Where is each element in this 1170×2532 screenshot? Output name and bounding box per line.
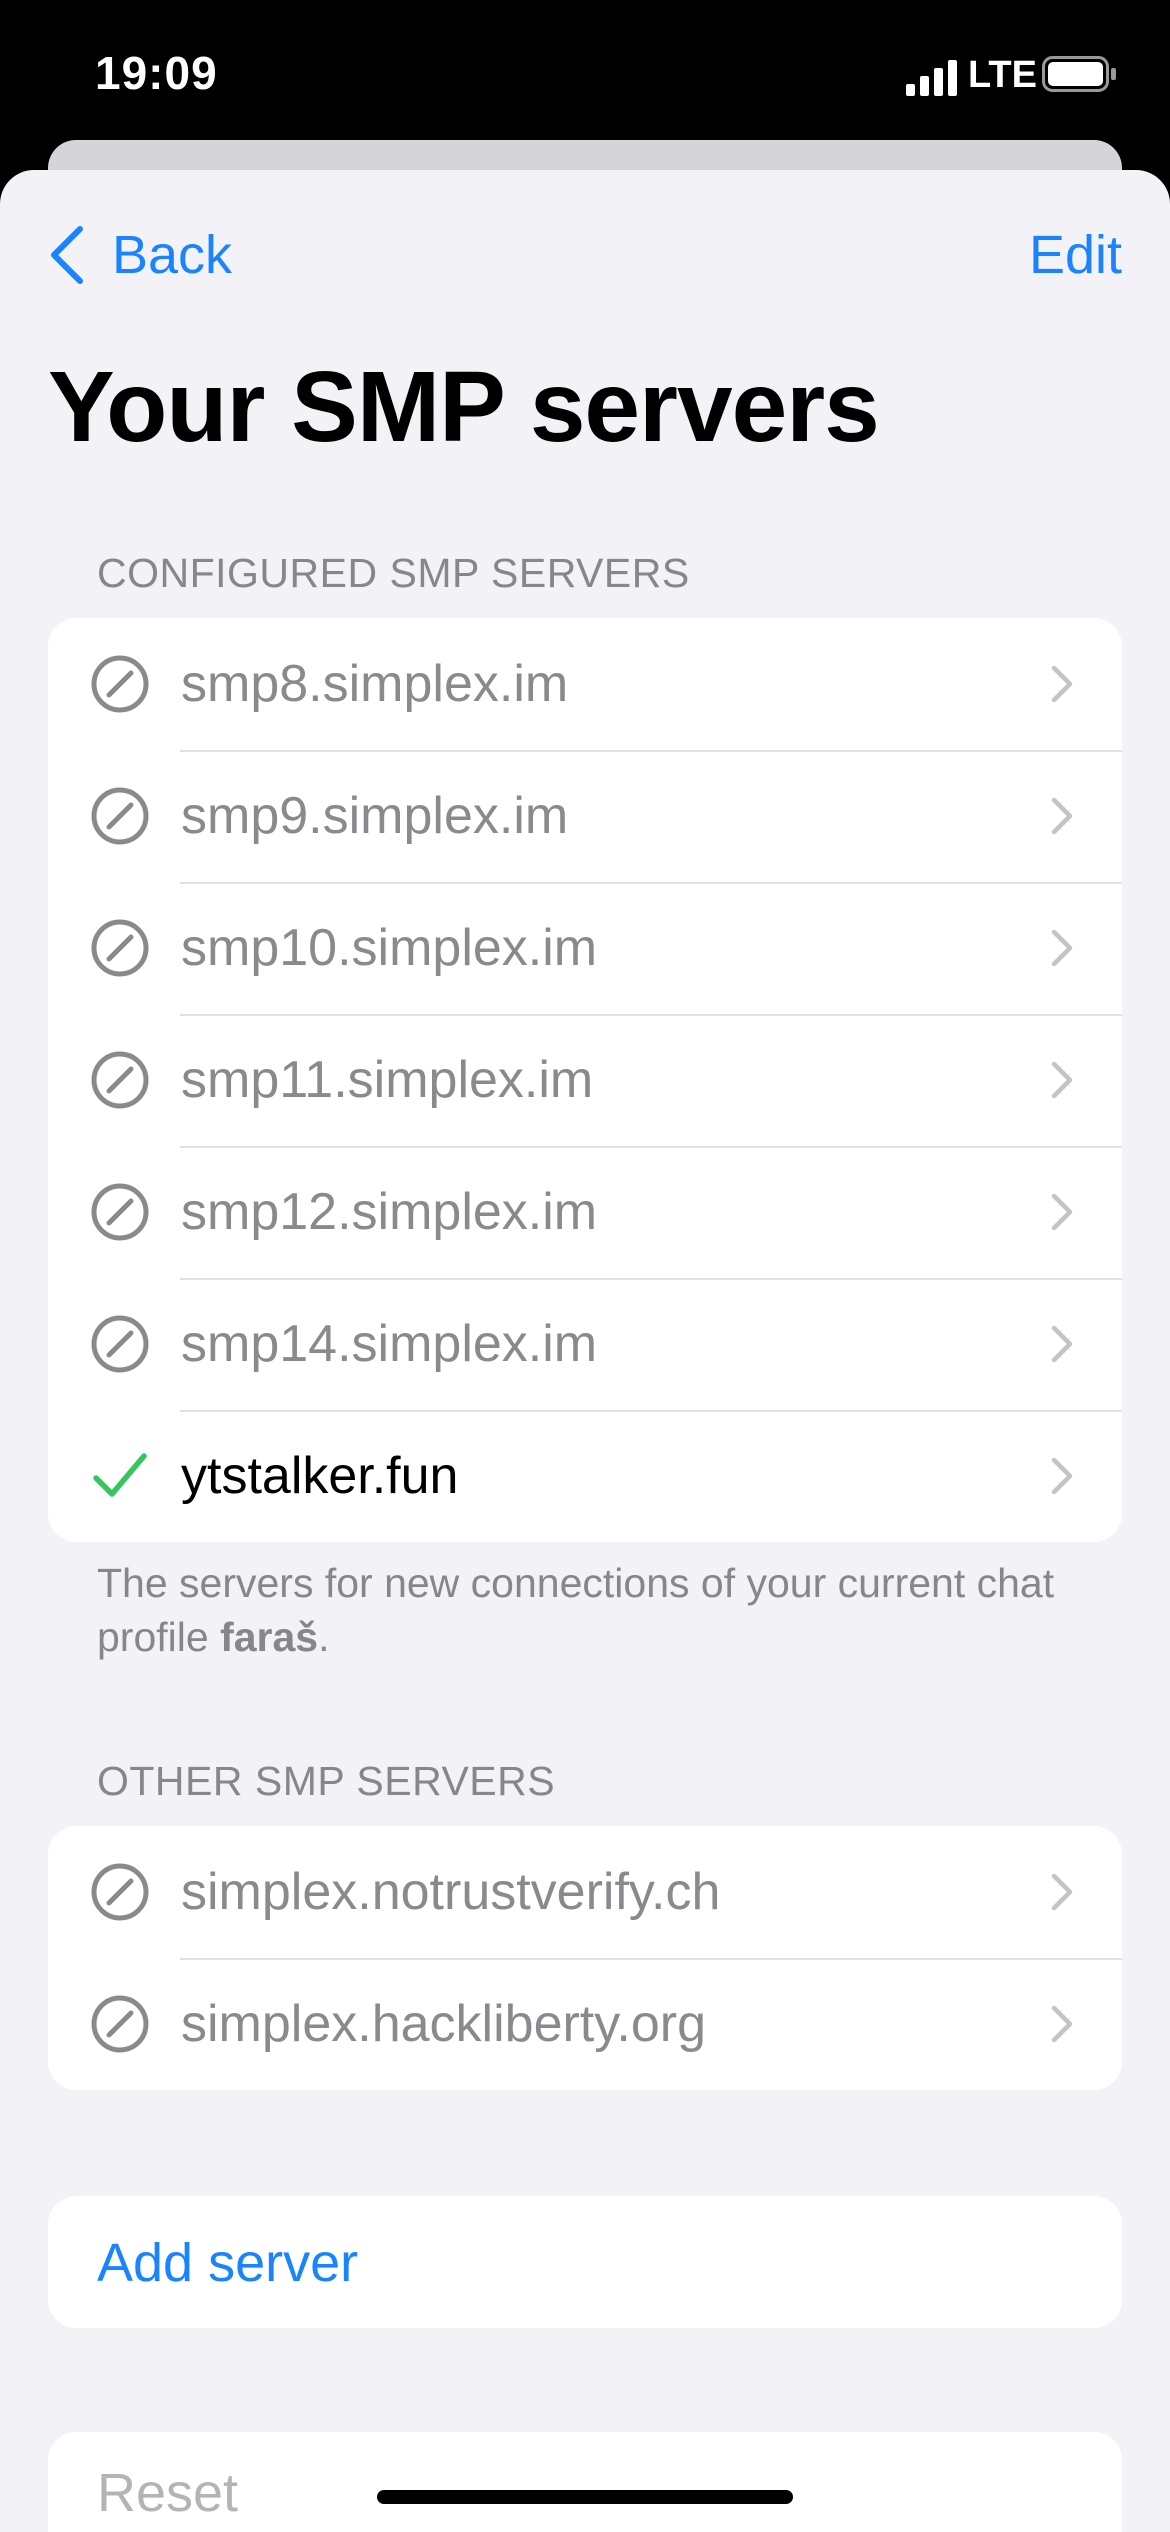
server-name: smp14.simplex.im <box>181 1315 598 1373</box>
chat-profile-name: faraš <box>220 1614 319 1660</box>
disabled-circle-icon <box>91 655 149 713</box>
back-label: Back <box>112 225 233 285</box>
disabled-circle-icon <box>91 919 149 977</box>
chevron-left-icon <box>51 226 83 284</box>
footer-suffix: . <box>318 1614 330 1660</box>
chevron-right-icon <box>1051 1873 1073 1911</box>
battery-icon <box>1042 56 1116 92</box>
status-time: 19:09 <box>95 47 218 99</box>
cellular-signal-icon <box>906 60 957 96</box>
server-name: simplex.notrustverify.ch <box>181 1863 721 1921</box>
chevron-right-icon <box>1051 1193 1073 1231</box>
other-section-header: OTHER SMP SERVERS <box>97 1758 556 1804</box>
server-row[interactable]: smp10.simplex.im <box>48 882 1122 1014</box>
add-server-button[interactable]: Add server <box>48 2196 1122 2328</box>
add-server-label: Add server <box>97 2233 359 2293</box>
server-row[interactable]: smp12.simplex.im <box>48 1146 1122 1278</box>
server-row[interactable]: smp14.simplex.im <box>48 1278 1122 1410</box>
server-row-active[interactable]: ytstalker.fun <box>48 1410 1122 1542</box>
edit-button[interactable]: Edit <box>1029 220 1122 290</box>
chevron-right-icon <box>1051 929 1073 967</box>
server-row[interactable]: smp9.simplex.im <box>48 750 1122 882</box>
server-name: smp8.simplex.im <box>181 655 569 713</box>
server-name: smp10.simplex.im <box>181 919 598 977</box>
disabled-circle-icon <box>91 1863 149 1921</box>
server-row[interactable]: smp11.simplex.im <box>48 1014 1122 1146</box>
disabled-circle-icon <box>91 1315 149 1373</box>
server-name: smp11.simplex.im <box>181 1051 594 1109</box>
checkmark-icon <box>93 1453 147 1497</box>
reset-button[interactable]: Reset <box>48 2432 1122 2532</box>
disabled-circle-icon <box>91 787 149 845</box>
chevron-right-icon <box>1051 1325 1073 1363</box>
server-name: simplex.hackliberty.org <box>181 1995 707 2053</box>
chevron-right-icon <box>1051 797 1073 835</box>
disabled-circle-icon <box>91 1051 149 1109</box>
page-title: Your SMP servers <box>48 351 880 463</box>
server-row[interactable]: simplex.notrustverify.ch <box>48 1826 1122 1958</box>
status-bar: 19:09 LTE <box>0 0 1170 140</box>
chevron-right-icon <box>1051 665 1073 703</box>
back-button[interactable]: Back <box>46 220 232 290</box>
server-name: smp12.simplex.im <box>181 1183 598 1241</box>
configured-section-header: CONFIGURED SMP SERVERS <box>97 550 690 596</box>
disabled-circle-icon <box>91 1183 149 1241</box>
chevron-right-icon <box>1051 2005 1073 2043</box>
other-servers-list: simplex.notrustverify.ch simplex.hacklib… <box>48 1826 1122 2090</box>
server-name: smp9.simplex.im <box>181 787 569 845</box>
server-row[interactable]: simplex.hackliberty.org <box>48 1958 1122 2090</box>
reset-label: Reset <box>97 2463 239 2523</box>
configured-servers-list: smp8.simplex.im smp9.simplex.im smp10.si… <box>48 618 1122 1542</box>
chevron-right-icon <box>1051 1457 1073 1495</box>
server-row[interactable]: smp8.simplex.im <box>48 618 1122 750</box>
network-type: LTE <box>968 54 1037 96</box>
disabled-circle-icon <box>91 1995 149 2053</box>
chevron-right-icon <box>1051 1061 1073 1099</box>
server-name: ytstalker.fun <box>181 1447 459 1505</box>
configured-section-footer: The servers for new connections of your … <box>97 1556 1097 1664</box>
home-indicator[interactable] <box>377 2490 793 2504</box>
